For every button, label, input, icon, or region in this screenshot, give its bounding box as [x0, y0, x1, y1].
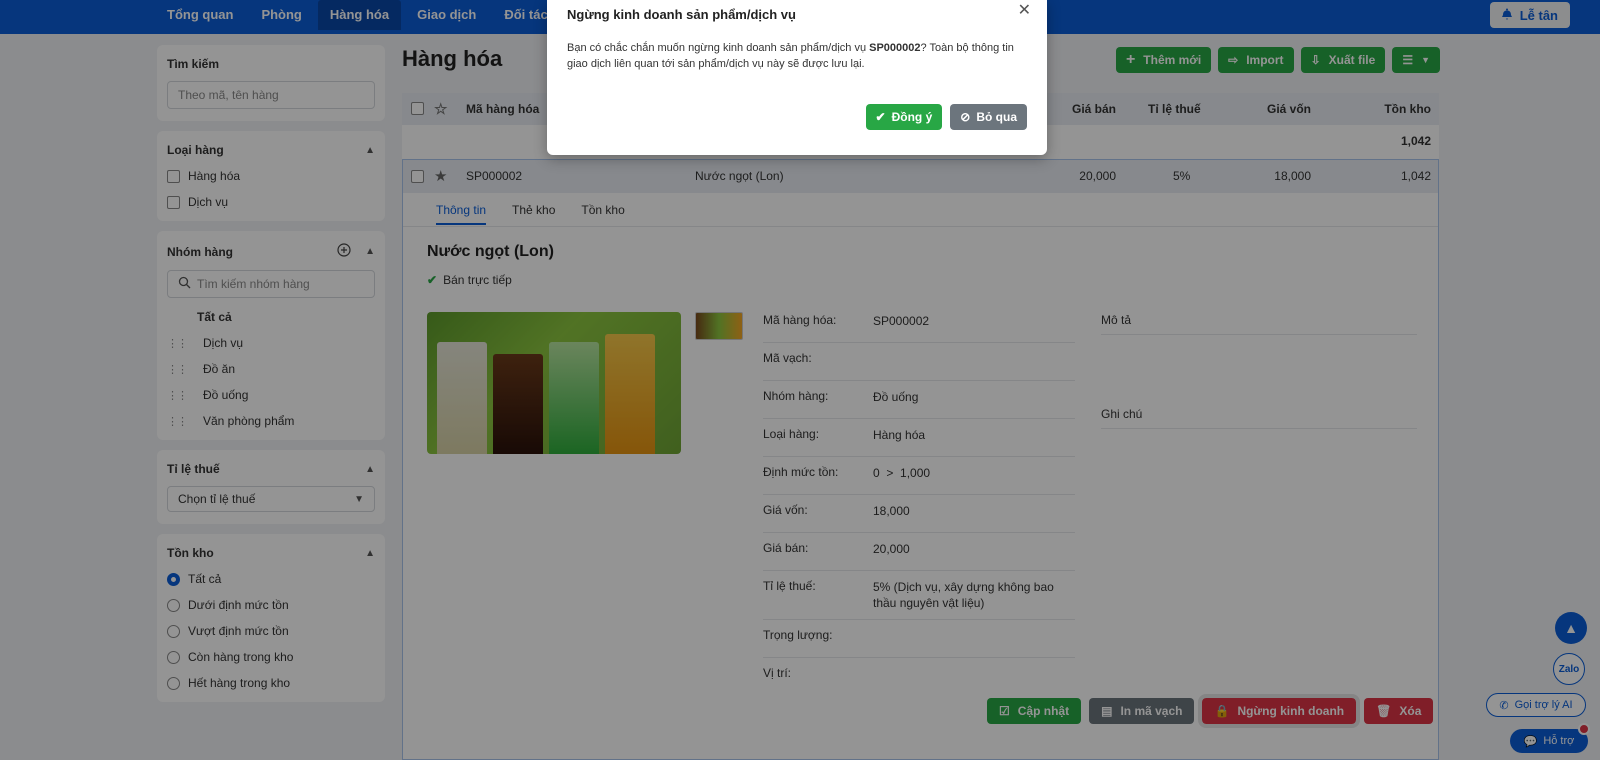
dialog-message-text: Bạn có chắc chắn muốn ngừng kinh doanh s…	[567, 42, 870, 54]
ban-icon: ⊘	[960, 110, 971, 124]
check-icon: ✔	[875, 110, 886, 124]
dialog-actions: ✔ Đồng ý ⊘ Bỏ qua	[865, 104, 1027, 130]
cancel-label: Bỏ qua	[976, 110, 1017, 124]
cancel-button[interactable]: ⊘ Bỏ qua	[950, 104, 1027, 130]
confirm-label: Đồng ý	[891, 110, 933, 124]
close-icon[interactable]: ✕	[1018, 0, 1031, 20]
stop-business-dialog: Ngừng kinh doanh sản phẩm/dịch vụ ✕ Bạn …	[547, 0, 1047, 155]
confirm-button[interactable]: ✔ Đồng ý	[865, 104, 943, 130]
dialog-message: Bạn có chắc chắn muốn ngừng kinh doanh s…	[567, 40, 1027, 72]
dialog-title: Ngừng kinh doanh sản phẩm/dịch vụ	[567, 7, 796, 22]
dialog-product-code: SP000002	[869, 42, 921, 54]
